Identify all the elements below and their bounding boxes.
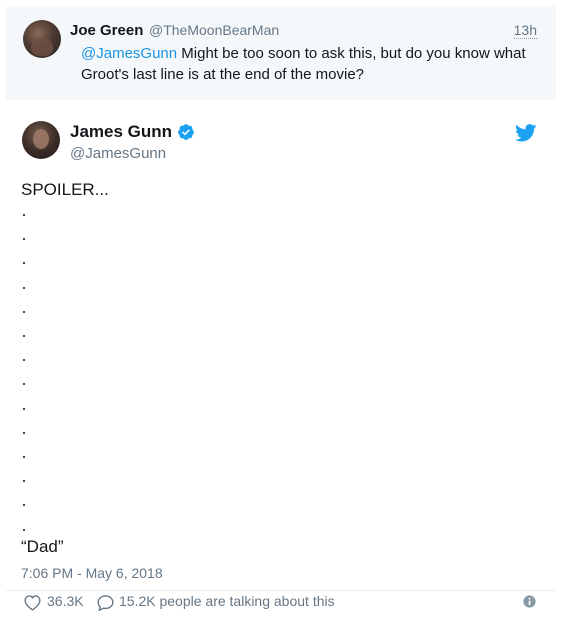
- speech-bubble-icon[interactable]: [96, 594, 115, 611]
- author-avatar[interactable]: [22, 121, 60, 159]
- tweet-dot-line: [23, 359, 25, 362]
- tweet-dot-line: [23, 456, 25, 458]
- twitter-bird-icon[interactable]: [515, 124, 537, 142]
- avatar-shape: [33, 129, 49, 149]
- tweet-dot-line: [23, 480, 25, 483]
- verified-badge-icon: [178, 124, 194, 140]
- divider: [6, 590, 556, 591]
- like-count[interactable]: 36.3K: [47, 593, 84, 609]
- conversation-count[interactable]: 15.2K people are talking about this: [119, 593, 335, 609]
- tweet-dot-line: [23, 238, 25, 241]
- tweet-dot-line: [23, 528, 25, 531]
- tweet-dot-line: [23, 310, 25, 313]
- tweet-dot-line: [23, 383, 25, 386]
- parent-tweet-text: @JamesGunn Might be too soon to ask this…: [81, 43, 539, 85]
- parent-timestamp[interactable]: 13h: [513, 23, 537, 39]
- tweet-timestamp[interactable]: 7:06 PM - May 6, 2018: [21, 565, 163, 581]
- tweet-dot-line: [23, 214, 25, 216]
- tweet-dot-line: [23, 286, 25, 289]
- info-icon[interactable]: [523, 595, 536, 608]
- parent-tweet[interactable]: Joe Green @TheMoonBearMan 13h @JamesGunn…: [6, 6, 556, 100]
- parent-author-name[interactable]: Joe Green: [70, 22, 143, 39]
- tweet-embed: Joe Green @TheMoonBearMan 13h @JamesGunn…: [0, 0, 562, 632]
- tweet-dot-line: [23, 431, 25, 434]
- author-handle[interactable]: @JamesGunn: [70, 145, 166, 162]
- author-name[interactable]: James Gunn: [70, 122, 172, 142]
- tweet-dot-line: [23, 407, 25, 410]
- avatar-shape: [31, 38, 53, 56]
- avatar[interactable]: [23, 20, 61, 58]
- tweet-text-spoiler: SPOILER...: [21, 180, 109, 199]
- tweet-dot-line: [23, 262, 25, 265]
- heart-icon[interactable]: [23, 594, 42, 611]
- tweet-text-quote: “Dad”: [21, 537, 64, 556]
- parent-author-handle[interactable]: @TheMoonBearMan: [149, 22, 279, 38]
- tweet-dot-line: [23, 335, 25, 337]
- tweet-dot-line: [23, 504, 25, 507]
- mention-link[interactable]: @JamesGunn: [81, 45, 177, 62]
